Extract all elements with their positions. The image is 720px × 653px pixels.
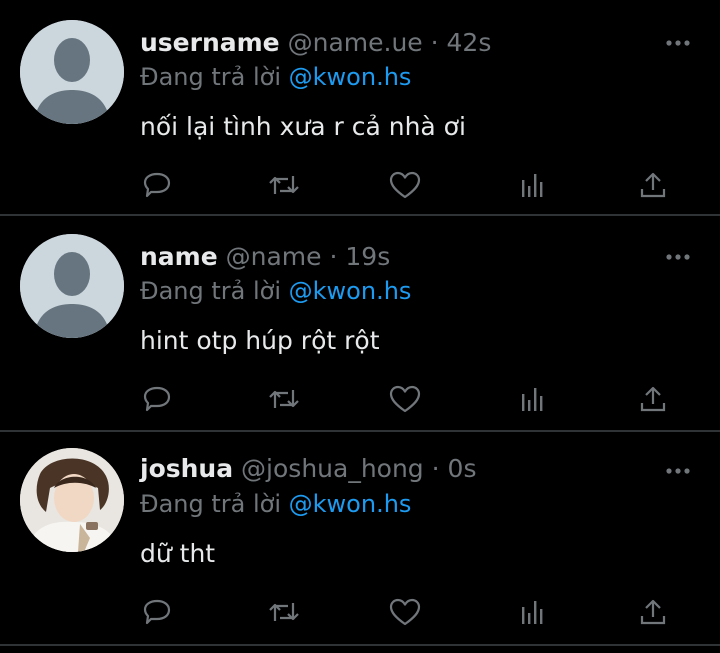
more-options-icon bbox=[666, 468, 690, 474]
like-icon bbox=[389, 171, 421, 199]
separator-dot: · bbox=[329, 242, 338, 271]
more-options-button[interactable] bbox=[664, 248, 692, 260]
reply-icon bbox=[143, 599, 171, 625]
timestamp[interactable]: 0s bbox=[448, 454, 477, 483]
reply-context: Đang trả lời @kwon.hs bbox=[140, 62, 411, 92]
like-icon bbox=[389, 385, 421, 413]
reply-button[interactable] bbox=[140, 382, 174, 416]
separator-dot: · bbox=[430, 28, 439, 57]
tweet-text: nối lại tình xưa r cả nhà ơi bbox=[140, 112, 466, 141]
reply-context: Đang trả lời @kwon.hs bbox=[140, 489, 411, 519]
display-name[interactable]: username bbox=[140, 28, 280, 57]
tweet-header: name @name · 19s bbox=[140, 242, 390, 272]
tweet-header: joshua @joshua_hong · 0s bbox=[140, 454, 476, 484]
share-button[interactable] bbox=[636, 595, 670, 629]
share-icon bbox=[640, 172, 666, 198]
user-handle[interactable]: @name.ue bbox=[288, 28, 423, 57]
tweet[interactable]: joshua @joshua_hong · 0s Đang trả lời @k… bbox=[0, 432, 720, 644]
tweet-header: username @name.ue · 42s bbox=[140, 28, 491, 58]
tweet-divider bbox=[0, 644, 720, 646]
views-button[interactable] bbox=[515, 168, 549, 202]
like-icon bbox=[389, 598, 421, 626]
tweet-text: dữ tht bbox=[140, 539, 216, 568]
more-options-button[interactable] bbox=[664, 462, 692, 474]
retweet-button[interactable] bbox=[267, 168, 301, 202]
share-button[interactable] bbox=[636, 168, 670, 202]
retweet-button[interactable] bbox=[267, 382, 301, 416]
more-options-button[interactable] bbox=[664, 34, 692, 46]
profile-photo bbox=[20, 448, 124, 552]
tweet-actions bbox=[140, 595, 680, 629]
tweet-actions bbox=[140, 382, 680, 416]
default-avatar-icon bbox=[20, 234, 124, 338]
retweet-icon bbox=[269, 390, 299, 408]
views-button[interactable] bbox=[515, 382, 549, 416]
reply-button[interactable] bbox=[140, 168, 174, 202]
views-button[interactable] bbox=[515, 595, 549, 629]
reply-to-handle[interactable]: @kwon.hs bbox=[289, 490, 412, 518]
reply-button[interactable] bbox=[140, 595, 174, 629]
avatar[interactable] bbox=[20, 20, 124, 124]
like-button[interactable] bbox=[388, 382, 422, 416]
like-button[interactable] bbox=[388, 595, 422, 629]
reply-icon bbox=[143, 386, 171, 412]
display-name[interactable]: name bbox=[140, 242, 218, 271]
user-handle[interactable]: @name bbox=[226, 242, 322, 271]
reply-prefix: Đang trả lời bbox=[140, 63, 282, 91]
retweet-icon bbox=[269, 603, 299, 621]
views-icon bbox=[522, 174, 543, 197]
tweet[interactable]: username @name.ue · 42s Đang trả lời @kw… bbox=[0, 0, 720, 214]
reply-prefix: Đang trả lời bbox=[140, 490, 282, 518]
share-icon bbox=[640, 599, 666, 625]
more-options-icon bbox=[666, 40, 690, 46]
timestamp[interactable]: 42s bbox=[447, 28, 492, 57]
retweet-icon bbox=[269, 176, 299, 194]
default-avatar-icon bbox=[20, 20, 124, 124]
more-options-icon bbox=[666, 254, 690, 260]
share-icon bbox=[640, 386, 666, 412]
tweet[interactable]: name @name · 19s Đang trả lời @kwon.hs h… bbox=[0, 216, 720, 430]
tweet-actions bbox=[140, 168, 680, 202]
reply-to-handle[interactable]: @kwon.hs bbox=[289, 277, 412, 305]
tweet-text: hint otp húp rột rột bbox=[140, 326, 380, 355]
like-button[interactable] bbox=[388, 168, 422, 202]
reply-prefix: Đang trả lời bbox=[140, 277, 282, 305]
avatar[interactable] bbox=[20, 234, 124, 338]
reply-to-handle[interactable]: @kwon.hs bbox=[289, 63, 412, 91]
views-icon bbox=[522, 388, 543, 411]
timestamp[interactable]: 19s bbox=[345, 242, 390, 271]
reply-icon bbox=[143, 172, 171, 198]
avatar[interactable] bbox=[20, 448, 124, 552]
display-name[interactable]: joshua bbox=[140, 454, 233, 483]
retweet-button[interactable] bbox=[267, 595, 301, 629]
share-button[interactable] bbox=[636, 382, 670, 416]
separator-dot: · bbox=[431, 454, 440, 483]
reply-context: Đang trả lời @kwon.hs bbox=[140, 276, 411, 306]
user-handle[interactable]: @joshua_hong bbox=[241, 454, 424, 483]
views-icon bbox=[522, 601, 543, 624]
